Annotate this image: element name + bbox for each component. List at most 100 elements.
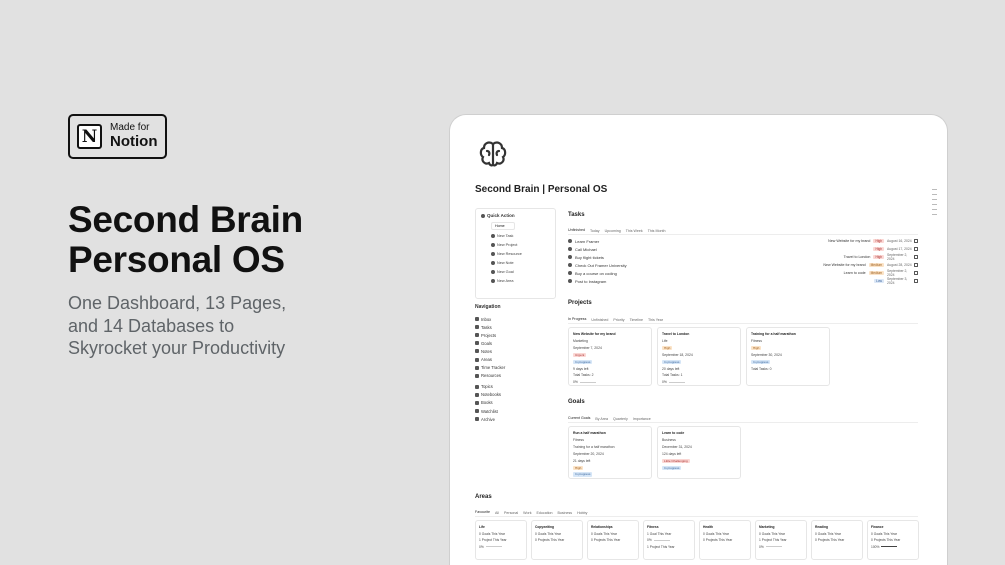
- hero-title: Second Brain Personal OS: [68, 200, 303, 280]
- outline-indicator[interactable]: [932, 189, 937, 219]
- status-badge: In progress: [573, 359, 593, 364]
- link-icon: [491, 252, 495, 256]
- area-card[interactable]: Reading 0 Goals This Year 0 Projects This …: [811, 520, 863, 560]
- nav-item-inbox[interactable]: Inbox: [475, 315, 505, 323]
- nav-item-resources[interactable]: Resources: [475, 372, 505, 380]
- tasks-title: Tasks: [568, 212, 585, 218]
- nav-label: Notebooks: [481, 392, 502, 398]
- qa-label: New Area: [497, 279, 514, 283]
- task-checkbox[interactable]: [914, 255, 918, 259]
- task-project[interactable]: New Website for my brand: [828, 239, 870, 243]
- task-row[interactable]: Learn Framer New Website for my brand High…: [568, 237, 918, 245]
- task-row[interactable]: Call Michael High August 17, 2024: [568, 245, 918, 253]
- inbox-icon: [475, 317, 479, 322]
- days-left: 21 days left: [573, 458, 591, 463]
- progress-bar: [579, 381, 596, 383]
- task-project[interactable]: Travel to London: [844, 255, 871, 259]
- progress-bar: [653, 539, 670, 541]
- areas-title: Areas: [475, 494, 492, 500]
- task-checkbox[interactable]: [914, 279, 918, 283]
- project-card[interactable]: Training for a half marathon Fitness Hig…: [746, 327, 830, 386]
- project-area: Life: [662, 338, 668, 343]
- area-card[interactable]: Finance 0 Goals This Year 0 Projects This …: [867, 520, 919, 560]
- new-area-button[interactable]: New Area: [491, 279, 550, 283]
- new-goal-button[interactable]: New Goal: [491, 270, 550, 274]
- progress-bar: [668, 381, 685, 383]
- priority-badge: High: [573, 465, 584, 470]
- nav-item-notes[interactable]: Notes: [475, 347, 505, 355]
- nav-item-watchlist[interactable]: Watchlist: [475, 407, 505, 415]
- priority-badge: High: [662, 345, 673, 351]
- area-projects: 0 Projects This Year: [535, 538, 565, 542]
- folder-icon: [491, 243, 495, 247]
- task-date: August 16, 2024: [887, 239, 912, 243]
- task-date: August 28, 2024: [887, 263, 912, 267]
- priority-badge: Urgent: [573, 352, 587, 357]
- task-name: Post to Instagram: [575, 278, 607, 284]
- notion-page-preview: Second Brain | Personal OS Quick Action …: [450, 115, 947, 565]
- nav-item-books[interactable]: Books: [475, 399, 505, 407]
- task-checkbox[interactable]: [914, 247, 918, 251]
- task-row[interactable]: Post to Instagram Low September 3, 2024: [568, 277, 918, 285]
- area-card[interactable]: Relationships 0 Goals This Year 0 Projects…: [587, 520, 639, 560]
- nav-item-archive[interactable]: Archive: [475, 415, 505, 423]
- nav-item-time-tracker[interactable]: Time Tracker: [475, 364, 505, 372]
- task-status-icon: [568, 239, 572, 243]
- progress-percent: 0%: [479, 544, 484, 549]
- area-icon: [475, 357, 479, 362]
- task-status-icon: [568, 247, 572, 251]
- goal-project: Training for a half marathon: [573, 444, 615, 449]
- new-task-button[interactable]: New Task: [491, 234, 550, 238]
- hero-subtitle: One Dashboard, 13 Pages, and 14 Database…: [68, 292, 286, 360]
- nav-item-topics[interactable]: Topics: [475, 383, 505, 391]
- nav-label: Archive: [481, 416, 495, 422]
- notebook-icon: [475, 392, 479, 397]
- task-project[interactable]: New Website for my brand: [823, 263, 865, 267]
- area-projects: 0 Projects This Year: [815, 538, 845, 542]
- project-date: September 18, 2024: [662, 352, 693, 357]
- task-name: Call Michael: [575, 246, 597, 252]
- new-project-button[interactable]: New Project: [491, 243, 550, 247]
- area-card[interactable]: Fitness 1 Goal This Year 0% 1 Project This …: [643, 520, 695, 560]
- task-checkbox[interactable]: [914, 271, 918, 275]
- project-card[interactable]: New Website for my brand Marketing Septe…: [568, 327, 652, 386]
- project-card[interactable]: Travel to London Life High September 18,…: [657, 327, 741, 386]
- goal-card[interactable]: Learn to code Business December 31, 2024…: [657, 426, 741, 479]
- progress-percent: 0%: [647, 538, 652, 542]
- goal-card[interactable]: Run a half marathon Fitness Training for…: [568, 426, 652, 479]
- nav-item-tasks[interactable]: Tasks: [475, 323, 505, 331]
- nav-item-projects[interactable]: Projects: [475, 331, 505, 339]
- task-project[interactable]: Learn to code: [844, 271, 866, 275]
- goals-title: Goals: [568, 399, 585, 405]
- hero-title-line: Personal OS: [68, 239, 285, 280]
- new-note-button[interactable]: New Note: [491, 261, 550, 265]
- task-name: Buy a course on coding: [575, 270, 617, 276]
- project-area: Marketing: [573, 338, 588, 343]
- notion-logo-icon: N: [77, 124, 102, 149]
- progress-bar: [765, 546, 782, 548]
- area-card[interactable]: Life 0 Goals This Year 1 Project This Year…: [475, 520, 527, 560]
- area-projects: 1 Project This Year: [647, 544, 675, 549]
- projects-title: Projects: [568, 300, 592, 306]
- new-resource-button[interactable]: New Resource: [491, 252, 550, 256]
- hero-subtitle-line: Skyrocket your Productivity: [68, 338, 286, 358]
- task-row[interactable]: Buy flight tickets Travel to London High Se…: [568, 253, 918, 261]
- area-card[interactable]: Health 0 Goals This Year 0 Projects This Y…: [699, 520, 751, 560]
- task-checkbox[interactable]: [914, 263, 918, 267]
- task-row[interactable]: Check Out Framer University New Website f…: [568, 261, 918, 269]
- progress-percent: 0%: [662, 380, 667, 385]
- nav-item-areas[interactable]: Areas: [475, 355, 505, 363]
- task-row[interactable]: Buy a course on coding Learn to code Mediu…: [568, 269, 918, 277]
- priority-badge: High: [873, 254, 884, 260]
- nav-item-notebooks[interactable]: Notebooks: [475, 391, 505, 399]
- task-checkbox[interactable]: [914, 239, 918, 243]
- goal-area: Fitness: [573, 437, 584, 442]
- home-button[interactable]: Home: [491, 222, 515, 230]
- priority-badge: Medium: [868, 270, 884, 276]
- priority-badge: High: [873, 246, 884, 252]
- area-card[interactable]: Marketing 0 Goals This Year 1 Project This…: [755, 520, 807, 560]
- nav-item-goals[interactable]: Goals: [475, 339, 505, 347]
- project-name: Training for a half marathon: [751, 332, 796, 336]
- folder-icon: [475, 333, 479, 338]
- area-card[interactable]: Copywriting 0 Goals This Year 0 Projects T…: [531, 520, 583, 560]
